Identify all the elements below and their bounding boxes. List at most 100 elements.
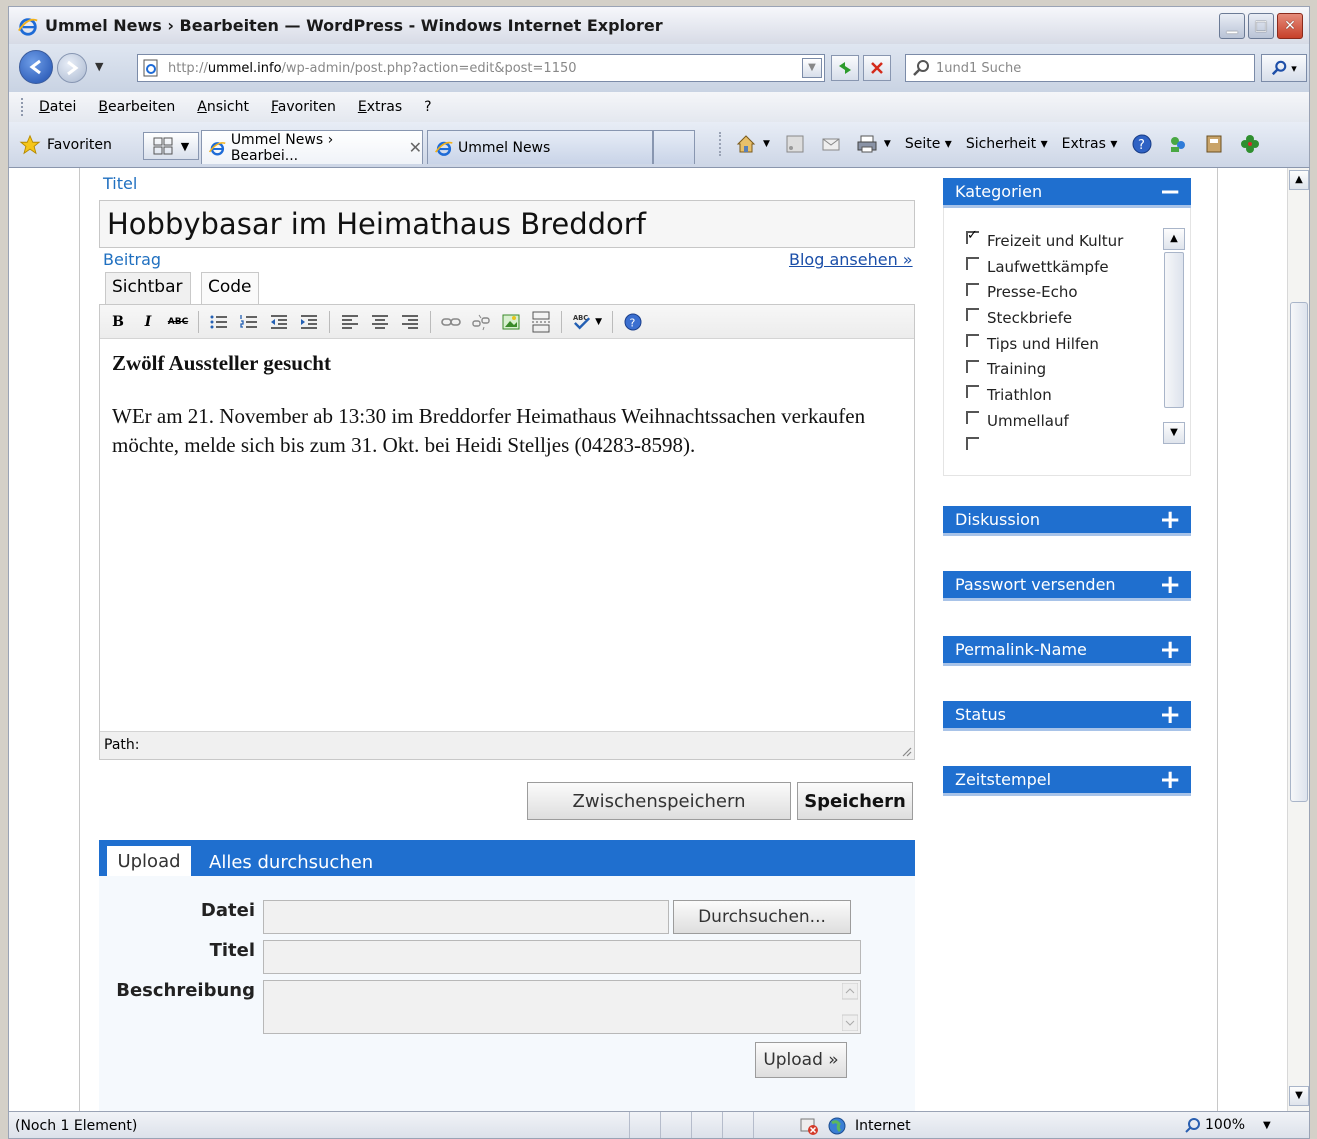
refresh-button[interactable] bbox=[831, 55, 859, 81]
print-icon[interactable] bbox=[856, 133, 878, 155]
url-dropdown-icon[interactable]: ▼ bbox=[802, 58, 822, 78]
page-menu[interactable]: Seite ▾ bbox=[905, 136, 952, 152]
editor-content[interactable]: Zwölf Aussteller gesucht WEr am 21. Nove… bbox=[100, 339, 914, 472]
tab-visual-editor[interactable]: Sichtbar bbox=[105, 272, 191, 304]
menu-bearbeiten[interactable]: Bearbeiten bbox=[98, 99, 175, 115]
scroll-thumb[interactable] bbox=[1164, 252, 1184, 408]
close-window-button[interactable]: ✕ bbox=[1277, 13, 1303, 39]
browser-tab-edit[interactable]: Ummel News › Bearbei... ✕ bbox=[201, 130, 423, 164]
strikethrough-icon[interactable]: ABC bbox=[168, 312, 188, 332]
send-password-box-header[interactable]: Passwort versenden + bbox=[943, 571, 1191, 601]
categories-box-header[interactable]: Kategorien − bbox=[943, 178, 1191, 208]
history-dropdown-icon[interactable]: ▼ bbox=[95, 60, 103, 73]
scroll-down-icon[interactable]: ▼ bbox=[1289, 1086, 1309, 1106]
post-title-input[interactable]: Hobbybasar im Heimathaus Breddorf bbox=[99, 200, 915, 248]
category-item[interactable]: Presse-Echo bbox=[966, 279, 1176, 305]
scroll-up-icon[interactable]: ▲ bbox=[1163, 228, 1185, 250]
align-left-icon[interactable] bbox=[340, 312, 360, 332]
search-go-button[interactable]: ▾ bbox=[1261, 54, 1307, 82]
italic-icon[interactable]: I bbox=[138, 312, 158, 332]
security-zone[interactable]: Internet bbox=[799, 1116, 911, 1136]
expand-icon[interactable]: + bbox=[1159, 506, 1181, 534]
mail-icon[interactable] bbox=[820, 133, 842, 155]
upload-button[interactable]: Upload » bbox=[755, 1042, 847, 1078]
menu-ansicht[interactable]: Ansicht bbox=[197, 99, 249, 115]
minimize-button[interactable]: ▁ bbox=[1219, 13, 1245, 39]
scroll-up-icon[interactable]: ▲ bbox=[1289, 170, 1309, 190]
bold-icon[interactable]: B bbox=[108, 312, 128, 332]
home-dropdown-icon[interactable]: ▼ bbox=[763, 139, 770, 149]
messenger-icon[interactable] bbox=[1167, 133, 1189, 155]
close-tab-icon[interactable]: ✕ bbox=[409, 138, 422, 157]
zoom-control[interactable]: 100% ▼ bbox=[1185, 1117, 1271, 1133]
favorites-button[interactable]: Favoriten bbox=[19, 134, 112, 156]
checkbox-icon[interactable] bbox=[966, 282, 979, 296]
menu-favoriten[interactable]: Favoriten bbox=[271, 99, 336, 115]
category-item[interactable]: Tips und Hilfen bbox=[966, 331, 1176, 357]
bullet-list-icon[interactable] bbox=[209, 312, 229, 332]
tab-code-editor[interactable]: Code bbox=[201, 272, 259, 304]
checkbox-icon[interactable] bbox=[966, 308, 979, 322]
clover-icon[interactable] bbox=[1239, 133, 1261, 155]
home-icon[interactable] bbox=[735, 133, 757, 155]
category-item[interactable]: Ummellauf bbox=[966, 408, 1176, 434]
indent-icon[interactable] bbox=[299, 312, 319, 332]
upload-title-input[interactable] bbox=[263, 940, 861, 974]
expand-icon[interactable]: + bbox=[1159, 766, 1181, 794]
extras-menu[interactable]: Extras ▾ bbox=[1062, 136, 1118, 152]
search-input[interactable]: 1und1 Suche bbox=[905, 54, 1255, 82]
browse-button[interactable]: Durchsuchen... bbox=[673, 900, 851, 934]
unlink-icon[interactable] bbox=[471, 312, 491, 332]
insert-image-icon[interactable] bbox=[501, 312, 521, 332]
category-item[interactable]: Steckbriefe bbox=[966, 305, 1176, 331]
tab-list-dropdown-icon[interactable]: ▼ bbox=[181, 140, 189, 153]
category-item[interactable]: Triathlon bbox=[966, 382, 1176, 408]
checkbox-icon[interactable] bbox=[966, 334, 979, 348]
scroll-down-icon[interactable]: ▼ bbox=[1163, 422, 1185, 444]
permalink-box-header[interactable]: Permalink-Name + bbox=[943, 636, 1191, 666]
category-item[interactable]: Laufwettkämpfe bbox=[966, 254, 1176, 280]
align-center-icon[interactable] bbox=[370, 312, 390, 332]
quick-tabs-button[interactable]: ▼ bbox=[143, 132, 199, 160]
status-box-header[interactable]: Status + bbox=[943, 701, 1191, 731]
menu-extras[interactable]: Extras bbox=[358, 99, 402, 115]
stop-button[interactable] bbox=[863, 55, 891, 81]
feeds-icon[interactable] bbox=[784, 133, 806, 155]
zoom-dropdown-icon[interactable]: ▼ bbox=[1263, 1120, 1271, 1131]
link-icon[interactable] bbox=[441, 312, 461, 332]
tab-browse-all[interactable]: Alles durchsuchen bbox=[209, 852, 373, 873]
numbered-list-icon[interactable] bbox=[239, 312, 259, 332]
menu-help[interactable]: ? bbox=[424, 99, 431, 115]
help-icon[interactable]: ? bbox=[623, 312, 643, 332]
collapse-icon[interactable]: − bbox=[1159, 178, 1181, 206]
view-blog-link[interactable]: Blog ansehen » bbox=[789, 250, 913, 269]
security-menu[interactable]: Sicherheit ▾ bbox=[966, 136, 1048, 152]
search-options-icon[interactable]: ▾ bbox=[1291, 62, 1297, 75]
new-tab-button[interactable] bbox=[653, 130, 695, 164]
expand-icon[interactable]: + bbox=[1159, 571, 1181, 599]
checkbox-checked-icon[interactable] bbox=[966, 228, 979, 245]
browser-tab-news[interactable]: Ummel News bbox=[427, 130, 653, 164]
outdent-icon[interactable] bbox=[269, 312, 289, 332]
more-tag-icon[interactable] bbox=[531, 311, 551, 332]
category-item[interactable]: Freizeit und Kultur bbox=[966, 228, 1176, 254]
save-draft-button[interactable]: Zwischenspeichern bbox=[527, 782, 791, 820]
back-button[interactable] bbox=[19, 50, 53, 84]
checkbox-icon[interactable] bbox=[966, 257, 979, 271]
forward-button[interactable] bbox=[57, 53, 87, 83]
expand-icon[interactable]: + bbox=[1159, 701, 1181, 729]
tab-upload[interactable]: Upload bbox=[107, 846, 191, 876]
menu-datei[interactable]: Datei bbox=[39, 99, 76, 115]
url-field[interactable]: http://ummel.info/wp-admin/post.php?acti… bbox=[137, 54, 825, 82]
category-item[interactable]: Training bbox=[966, 356, 1176, 382]
page-scrollbar[interactable]: ▲ ▼ bbox=[1287, 168, 1309, 1111]
expand-icon[interactable]: + bbox=[1159, 636, 1181, 664]
spellcheck-icon[interactable]: ABC ▼ bbox=[572, 312, 602, 332]
help-icon[interactable]: ? bbox=[1131, 133, 1153, 155]
maximize-button[interactable]: □ bbox=[1248, 13, 1274, 39]
discussion-box-header[interactable]: Diskussion + bbox=[943, 506, 1191, 536]
research-icon[interactable] bbox=[1203, 133, 1225, 155]
checkbox-icon[interactable] bbox=[966, 385, 979, 399]
scroll-thumb[interactable] bbox=[1290, 302, 1308, 802]
align-right-icon[interactable] bbox=[400, 312, 420, 332]
